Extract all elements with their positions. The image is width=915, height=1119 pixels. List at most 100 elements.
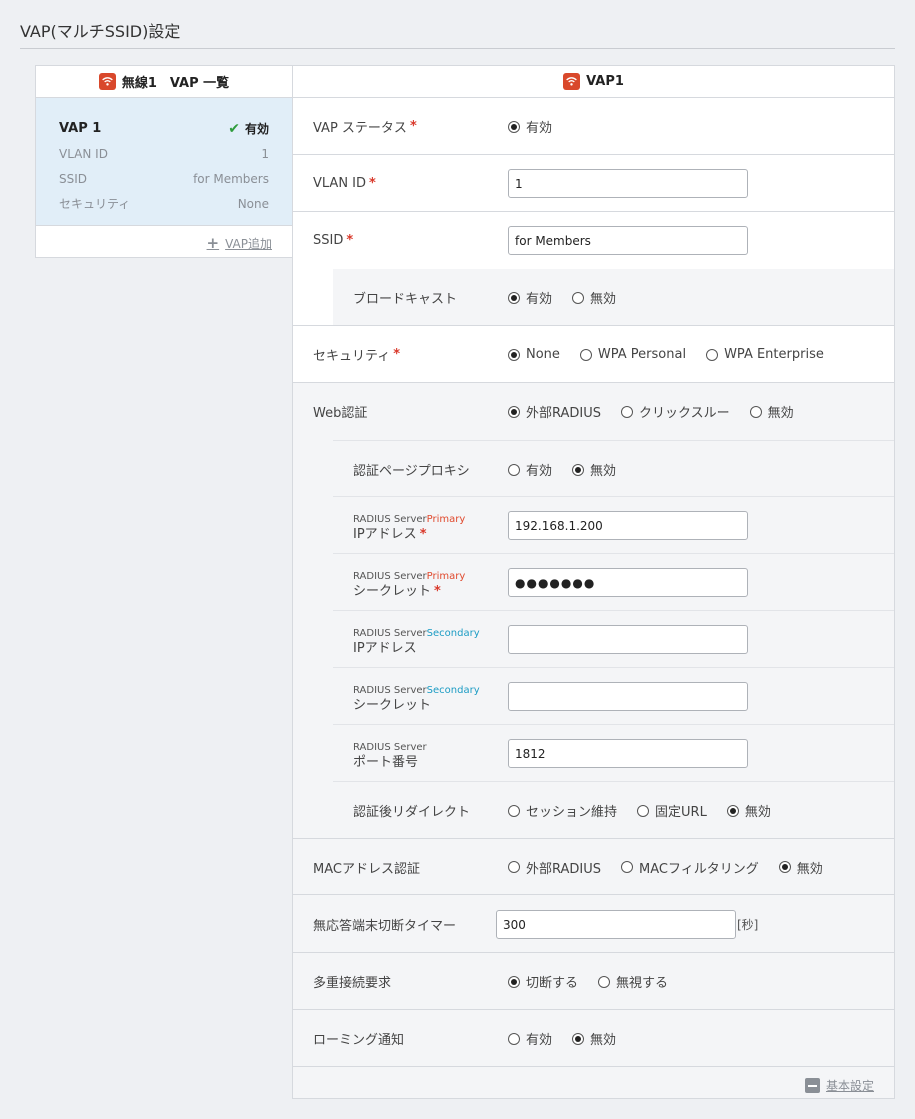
wifi-icon <box>563 73 581 90</box>
primary-tag: Primary <box>426 514 466 525</box>
radio-option[interactable]: 無効 <box>726 801 771 820</box>
radius-secondary-ip-row: RADIUS ServerSecondary IPアドレス <box>333 611 894 668</box>
radio-button[interactable] <box>572 1032 585 1045</box>
field-label: セキュリティ <box>313 349 391 364</box>
radio-option[interactable]: 無効 <box>749 402 794 421</box>
radio-option[interactable]: 有効 <box>508 117 552 136</box>
radio-option[interactable]: クリックスルー <box>621 402 730 421</box>
radio-option[interactable]: 無効 <box>572 460 616 479</box>
web-auth-row: Web認証 外部RADIUS クリックスルー 無効 <box>293 383 894 440</box>
radio-option[interactable]: None <box>508 347 560 362</box>
status-badge: ✔ 有効 <box>228 120 269 137</box>
radio-option[interactable]: 有効 <box>508 288 552 307</box>
vap-card-label: セキュリティ <box>59 197 131 211</box>
option-label: 無効 <box>590 464 617 479</box>
radio-option[interactable]: 有効 <box>508 460 552 479</box>
radius-server-text: RADIUS Server <box>353 571 427 582</box>
secondary-tag: Secondary <box>426 628 480 639</box>
option-label: 切断する <box>526 976 579 991</box>
status-text: 有効 <box>244 122 269 136</box>
radio-button[interactable] <box>508 804 520 817</box>
radius-secondary-secret-input[interactable] <box>508 682 748 711</box>
radio-button[interactable] <box>508 463 520 476</box>
field-label: VLAN ID <box>313 176 367 191</box>
radio-button[interactable] <box>508 120 520 133</box>
option-label: WPA Personal <box>597 347 687 362</box>
collapse-icon <box>804 1078 820 1093</box>
option-label: MACフィルタリング <box>639 861 759 877</box>
radius-primary-ip-input[interactable] <box>508 511 748 540</box>
radio-button[interactable] <box>598 975 611 988</box>
radio-option[interactable]: 固定URL <box>637 801 707 820</box>
page-title: VAP(マルチSSID)設定 <box>20 22 181 41</box>
radius-port-input[interactable] <box>508 739 748 768</box>
field-label: シークレット <box>353 584 432 599</box>
wifi-icon <box>98 73 116 90</box>
vap-settings-header: VAP1 <box>293 66 894 98</box>
field-label: IPアドレス <box>353 641 417 656</box>
option-label: 無効 <box>590 1033 617 1048</box>
field-label: 無応答端末切断タイマー <box>313 919 457 934</box>
radio-button[interactable] <box>706 348 719 361</box>
option-label: 有効 <box>526 121 553 136</box>
radio-button[interactable] <box>621 861 634 873</box>
radio-button[interactable] <box>508 405 520 418</box>
radio-option[interactable]: MACフィルタリング <box>621 858 759 877</box>
add-vap-label: VAP追加 <box>225 236 272 251</box>
basic-setting-label: 基本設定 <box>825 1079 874 1093</box>
basic-setting-link[interactable]: 基本設定 <box>804 1077 874 1094</box>
vap-settings-panel: VAP1 VAP ステータス* 有効 VLAN ID* SSID* ブロードキャ… <box>292 65 895 1099</box>
radius-primary-ip-row: RADIUS ServerPrimary IPアドレス * <box>333 497 894 554</box>
radius-primary-secret-input[interactable] <box>508 568 748 597</box>
radio-button[interactable] <box>572 463 585 476</box>
radio-button[interactable] <box>749 405 762 418</box>
radio-option[interactable]: 外部RADIUS <box>508 402 601 421</box>
ssid-input[interactable] <box>508 226 748 255</box>
field-label: ローミング通知 <box>313 1033 405 1048</box>
timer-input[interactable] <box>496 910 736 939</box>
option-label: 外部RADIUS <box>526 406 602 421</box>
radio-option[interactable]: 無視する <box>598 972 668 991</box>
required-mark: * <box>346 233 354 248</box>
radio-button[interactable] <box>508 975 520 988</box>
option-label: 無効 <box>796 861 823 877</box>
radio-button[interactable] <box>508 1032 520 1045</box>
radio-option[interactable]: 無効 <box>572 1029 616 1048</box>
radio-option[interactable]: セッション維持 <box>508 801 617 820</box>
field-label: 多重接続要求 <box>313 976 392 991</box>
radio-option[interactable]: 有効 <box>508 1029 552 1048</box>
radio-button[interactable] <box>637 804 650 817</box>
radio-button[interactable] <box>778 861 791 873</box>
radio-button[interactable] <box>726 804 739 817</box>
mac-auth-row: MACアドレス認証 外部RADIUS MACフィルタリング 無効 <box>293 839 894 895</box>
vap-card[interactable]: VAP 1 ✔ 有効 VLAN ID 1 SSID for Members セキ… <box>36 98 292 226</box>
vlan-id-input[interactable] <box>508 169 748 198</box>
option-label: WPA Enterprise <box>724 347 824 362</box>
radio-button[interactable] <box>508 861 520 873</box>
radio-option[interactable]: WPA Personal <box>579 347 687 362</box>
radio-option[interactable]: WPA Enterprise <box>706 347 824 362</box>
redirect-row: 認証後リダイレクト セッション維持 固定URL 無効 <box>333 782 894 839</box>
radio-button[interactable] <box>579 348 592 361</box>
radio-button[interactable] <box>621 405 634 418</box>
add-vap-link[interactable]: + VAP追加 <box>207 234 272 252</box>
required-mark: * <box>409 119 417 134</box>
title-divider <box>20 48 895 49</box>
radio-button[interactable] <box>572 291 585 304</box>
check-icon: ✔ <box>228 120 240 137</box>
radio-option[interactable]: 切断する <box>508 972 578 991</box>
vlan-id-row: VLAN ID * <box>293 155 894 212</box>
vap-status-row: VAP ステータス * 有効 <box>293 98 894 155</box>
radio-option[interactable]: 無効 <box>572 288 616 307</box>
radio-button[interactable] <box>508 348 520 361</box>
radio-option[interactable]: 無効 <box>778 858 823 877</box>
radio-option[interactable]: 外部RADIUS <box>508 858 601 877</box>
field-label: IPアドレス <box>353 527 417 542</box>
radius-server-text: RADIUS Server <box>353 628 427 639</box>
radius-server-text: RADIUS Server <box>353 685 427 696</box>
radio-button[interactable] <box>508 291 520 304</box>
radius-secondary-ip-input[interactable] <box>508 625 748 654</box>
vap-card-label: VLAN ID <box>59 146 108 161</box>
field-label: ポート番号 <box>353 755 419 770</box>
vap-list-header: 無線1 VAP 一覧 <box>36 66 292 98</box>
